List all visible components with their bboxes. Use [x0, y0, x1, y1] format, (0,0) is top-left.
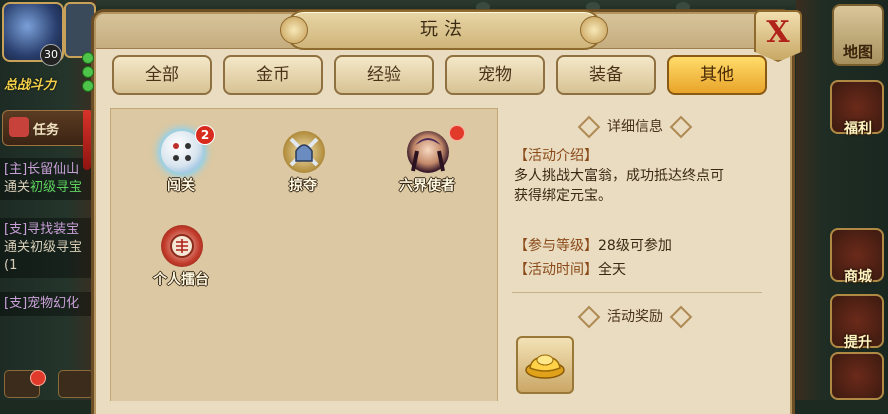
quest-item[interactable]: [主]长留仙山 通关初级寻宝	[0, 158, 94, 200]
activity-item-lveduo[interactable]: 掠夺	[263, 125, 343, 205]
tassel-icon	[83, 110, 91, 170]
upgrade-label: 提升	[844, 335, 872, 351]
quest-desc: 通关初级寻宝	[4, 180, 83, 195]
activity-item-chuangguan[interactable]: 2 闯关	[141, 125, 221, 205]
tab-all[interactable]: 全部	[112, 55, 212, 95]
activity-list: 2 闯关 掠夺 六界使者 个人擂台	[110, 108, 498, 401]
activity-item-geren-leitai[interactable]: 个人擂台	[141, 219, 221, 299]
task-button[interactable]: 任务	[2, 110, 94, 146]
power-label: 总战斗力	[4, 78, 57, 93]
top-indicator	[676, 2, 690, 12]
activity-label: 六界使者	[399, 178, 455, 194]
ornament-icon	[577, 305, 601, 329]
section-divider	[512, 292, 762, 293]
welfare-label: 福利	[844, 121, 872, 137]
notification-dot	[449, 125, 465, 141]
intro-text-line2: 获得绑定元宝。	[514, 188, 612, 204]
tab-experience[interactable]: 经验	[334, 55, 434, 95]
arena-drum-icon	[161, 225, 203, 267]
category-tabs: 全部 金币 经验 宠物 装备 其他	[112, 55, 770, 97]
envoy-portrait-icon	[407, 131, 449, 173]
crossed-swords-helmet-icon	[283, 131, 325, 173]
intro-label: 【活动介绍】	[514, 148, 598, 164]
shop-label: 商城	[844, 269, 872, 285]
window-title: 玩法	[420, 19, 468, 40]
task-label: 任务	[33, 123, 60, 138]
map-label: 地图	[842, 43, 873, 61]
activity-detail-panel: 详细信息 【活动介绍】 多人挑战大富翁，成功抵达终点可 获得绑定元宝。 【参与等…	[498, 108, 772, 400]
reward-header: 活动奖励	[498, 305, 772, 329]
jade-bead-icon	[82, 52, 94, 64]
gold-ingot-icon	[525, 354, 565, 379]
quest-title: [支]宠物幻化	[4, 296, 80, 311]
quest-item[interactable]: [支]寻找装宝 通关初级寻宝 (1	[0, 218, 94, 278]
task-icon	[9, 117, 29, 137]
ornament-icon	[577, 115, 601, 139]
intro-text-line1: 多人挑战大富翁，成功抵达终点可	[514, 168, 724, 184]
activity-label: 闯关	[167, 178, 195, 194]
player-level-badge: 30	[40, 44, 62, 66]
tab-equipment[interactable]: 装备	[556, 55, 656, 95]
reward-item-slot[interactable]	[516, 336, 574, 394]
tab-gold[interactable]: 金币	[223, 55, 323, 95]
bottom-left-button[interactable]	[58, 370, 94, 398]
activity-label: 个人擂台	[153, 272, 209, 288]
close-icon: X	[766, 15, 790, 50]
ornament-icon	[669, 305, 693, 329]
ornament-icon	[669, 115, 693, 139]
extra-button[interactable]	[830, 352, 884, 400]
jade-bead-icon	[82, 80, 94, 92]
decorative-cord	[82, 12, 94, 172]
tab-pet[interactable]: 宠物	[445, 55, 545, 95]
quest-title: [支]寻找装宝	[4, 222, 80, 237]
quest-item[interactable]: [支]宠物幻化	[0, 292, 94, 316]
quest-title: [主]长留仙山	[4, 162, 80, 177]
tab-other[interactable]: 其他	[667, 55, 767, 95]
window-title-plate: 玩法	[280, 10, 608, 50]
jade-bead-icon	[82, 66, 94, 78]
activity-item-liujie-shizhe[interactable]: 六界使者	[387, 125, 467, 205]
level-row: 【参与等级】28级可参加	[514, 238, 672, 254]
map-button[interactable]: 地图	[832, 4, 884, 66]
activity-label: 掠夺	[289, 178, 317, 194]
detail-header: 详细信息	[498, 115, 772, 139]
time-row: 【活动时间】全天	[514, 262, 626, 278]
notification-dot	[30, 370, 46, 386]
activity-badge: 2	[195, 125, 215, 145]
quest-desc: 通关初级寻宝 (1	[4, 240, 83, 273]
